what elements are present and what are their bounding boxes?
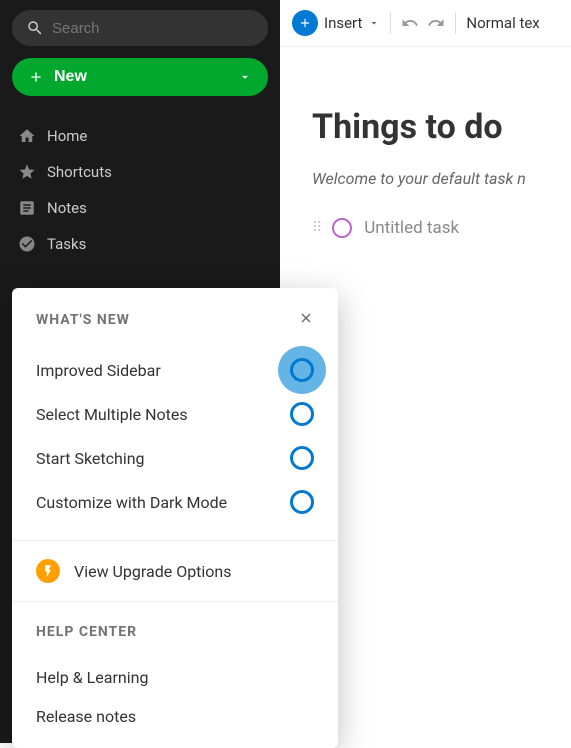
radio-indicator[interactable] <box>290 446 314 470</box>
search-icon <box>26 19 44 37</box>
undo-icon[interactable] <box>401 14 419 32</box>
plus-icon <box>28 69 44 85</box>
lightning-icon <box>36 559 60 583</box>
help-heading: HELP CENTER <box>36 624 137 640</box>
whats-new-item[interactable]: Select Multiple Notes <box>36 392 314 436</box>
task-row[interactable]: ⠿ Untitled task <box>312 218 571 238</box>
task-text[interactable]: Untitled task <box>364 218 459 238</box>
search-input[interactable] <box>52 20 254 37</box>
nav-label: Tasks <box>47 235 86 253</box>
item-label: Select Multiple Notes <box>36 405 188 424</box>
item-label: Start Sketching <box>36 449 145 468</box>
new-label: New <box>54 68 87 86</box>
text-style-selector[interactable]: Normal tex <box>466 14 539 32</box>
search-box[interactable] <box>12 10 268 46</box>
separator <box>455 12 456 34</box>
item-label: Improved Sidebar <box>36 361 161 380</box>
nav-label: Notes <box>47 199 87 217</box>
radio-indicator[interactable] <box>290 358 314 382</box>
redo-icon[interactable] <box>427 14 445 32</box>
whats-new-popup: WHAT'S NEW Improved Sidebar Select Multi… <box>12 288 338 748</box>
nav-notes[interactable]: Notes <box>12 190 268 226</box>
nav-tasks[interactable]: Tasks <box>12 226 268 262</box>
insert-label: Insert <box>324 14 362 32</box>
whats-new-heading: WHAT'S NEW <box>36 312 130 328</box>
help-item[interactable]: Help & Learning <box>36 658 314 697</box>
whats-new-item[interactable]: Start Sketching <box>36 436 314 480</box>
drag-handle-icon[interactable]: ⠿ <box>312 225 320 231</box>
new-button[interactable]: New <box>12 58 268 96</box>
chevron-down-icon <box>238 70 252 84</box>
chevron-down-icon <box>368 17 380 29</box>
star-icon <box>18 163 36 181</box>
close-icon <box>298 310 314 326</box>
home-icon <box>18 127 36 145</box>
item-label: Customize with Dark Mode <box>36 493 227 512</box>
task-checkbox[interactable] <box>332 218 352 238</box>
insert-button[interactable]: Insert <box>292 10 380 36</box>
nav-home[interactable]: Home <box>12 118 268 154</box>
welcome-text: Welcome to your default task n <box>312 169 571 188</box>
radio-indicator[interactable] <box>290 402 314 426</box>
whats-new-item[interactable]: Customize with Dark Mode <box>36 480 314 524</box>
plus-circle-icon <box>292 10 318 36</box>
nav-label: Home <box>47 127 87 145</box>
help-item[interactable]: Release notes <box>36 697 314 736</box>
whats-new-item[interactable]: Improved Sidebar <box>36 348 314 392</box>
nav-shortcuts[interactable]: Shortcuts <box>12 154 268 190</box>
upgrade-label: View Upgrade Options <box>74 562 232 581</box>
close-button[interactable] <box>298 310 314 330</box>
radio-indicator[interactable] <box>290 490 314 514</box>
toolbar: Insert Normal tex <box>280 0 571 47</box>
check-circle-icon <box>18 235 36 253</box>
note-icon <box>18 199 36 217</box>
separator <box>390 12 391 34</box>
upgrade-button[interactable]: View Upgrade Options <box>12 541 338 601</box>
nav-label: Shortcuts <box>47 163 112 181</box>
page-title[interactable]: Things to do <box>312 107 571 147</box>
